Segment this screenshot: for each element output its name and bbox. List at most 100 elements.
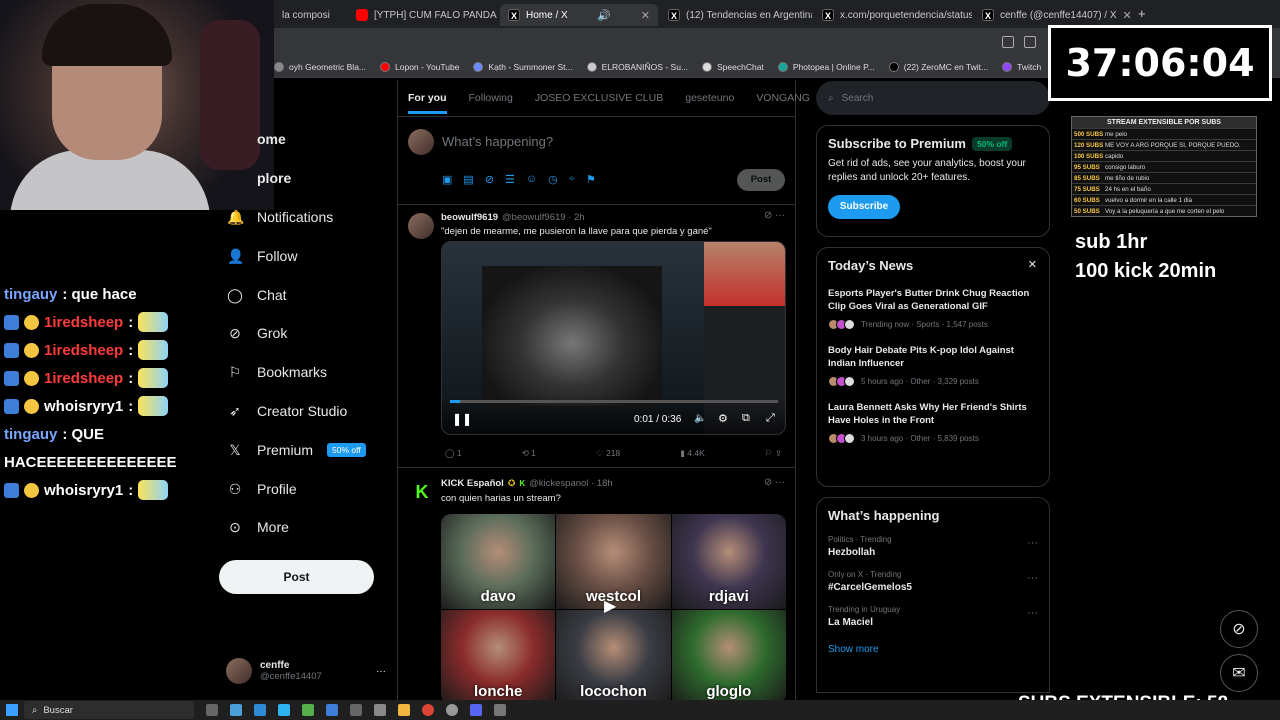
tweet-author-handle[interactable]: @beowulf9619 · 2h xyxy=(502,212,585,223)
location-icon[interactable]: ⌖ xyxy=(569,173,575,186)
more-icon[interactable]: ··· xyxy=(1027,607,1038,619)
tweet-author-name[interactable]: KICK Español xyxy=(441,478,504,489)
kick-logo-icon[interactable]: K xyxy=(410,480,434,504)
more-icon[interactable]: ··· xyxy=(1027,572,1038,584)
like-icon[interactable]: ♡ 218 xyxy=(596,448,620,459)
trend-item[interactable]: Only on X · Trending #CarcelGemelos5 ··· xyxy=(828,570,1038,593)
flag-icon[interactable]: ⚑ xyxy=(586,173,596,186)
avatar[interactable] xyxy=(408,213,434,239)
volume-icon[interactable]: 🔈 xyxy=(694,413,706,424)
grok-floating-icon[interactable]: ⊘ xyxy=(1220,610,1258,648)
tweet-author-name[interactable]: beowulf9619 xyxy=(441,212,498,223)
timeline-tab[interactable]: VONGANG xyxy=(756,92,810,104)
stream-grid-cell[interactable]: locochon xyxy=(556,609,671,704)
app-icon[interactable] xyxy=(350,704,362,716)
settings-icon[interactable]: ⚙ xyxy=(718,412,728,425)
browser-tab-active[interactable]: X Home / X 🔊 ✕ xyxy=(500,4,658,26)
app-icon[interactable] xyxy=(494,704,506,716)
tweet-more-icon[interactable]: ⊘ ··· xyxy=(764,210,785,221)
nav-item-creator-studio[interactable]: ➶ Creator Studio xyxy=(219,392,389,431)
close-icon[interactable]: ✕ xyxy=(1028,258,1037,271)
taskbar-search[interactable]: ⌕ Buscar xyxy=(24,701,194,719)
task-view-icon[interactable] xyxy=(206,704,218,716)
mute-tab-icon[interactable]: 🔊 xyxy=(597,9,611,22)
fullscreen-icon[interactable]: ⤢ xyxy=(766,412,775,425)
bookmark-item[interactable]: Lopon - YouTube xyxy=(380,61,459,72)
nav-item-bookmarks[interactable]: ⚐ Bookmarks xyxy=(219,353,389,392)
tweet[interactable]: beowulf9619 @beowulf9619 · 2h ⊘ ··· "dej… xyxy=(398,205,795,468)
app-icon[interactable] xyxy=(326,704,338,716)
media-icon[interactable]: ▣ xyxy=(442,173,452,186)
file-explorer-icon[interactable] xyxy=(398,704,410,716)
messages-floating-icon[interactable]: ✉ xyxy=(1220,654,1258,692)
views-icon[interactable]: ▮ 4.4K xyxy=(680,448,705,459)
emoji-icon[interactable]: ☺ xyxy=(526,173,537,186)
account-switcher[interactable]: cenffe @cenffe14407 ··· xyxy=(226,656,386,686)
browser-tab[interactable]: Xcenffe (@cenffe14407) / X ✕ xyxy=(974,4,1132,26)
stream-grid-cell[interactable]: westcol xyxy=(556,514,671,609)
app-icon[interactable] xyxy=(374,704,386,716)
close-tab-icon[interactable]: ✕ xyxy=(1123,9,1132,22)
new-tab-icon[interactable]: + xyxy=(1138,6,1146,21)
reply-icon[interactable]: ◯ 1 xyxy=(445,448,462,459)
compose-input[interactable]: What’s happening? xyxy=(442,134,553,149)
schedule-icon[interactable]: ◷ xyxy=(548,173,558,186)
app-icon[interactable] xyxy=(302,704,314,716)
bookmark-item[interactable]: Photopea | Online P... xyxy=(777,61,875,72)
bookmark-item[interactable]: SpeechChat xyxy=(702,61,764,72)
show-more-link[interactable]: Show more xyxy=(828,644,1038,655)
timeline-tab[interactable]: JOSEO EXCLUSIVE CLUB xyxy=(535,92,663,104)
pip-icon[interactable]: ⧉ xyxy=(742,412,750,425)
windows-start-icon[interactable] xyxy=(6,704,18,716)
bookmark-item[interactable]: (22) ZeroMC en Twit... xyxy=(888,61,988,72)
browser-tab[interactable]: Xx.com/porquetendencia/status✕ xyxy=(814,4,972,26)
tweet-author-handle[interactable]: @kickespanol · 18h xyxy=(529,478,613,489)
repost-icon[interactable]: ⟲ 1 xyxy=(522,448,536,459)
trend-item[interactable]: Politics · Trending Hezbollah ··· xyxy=(828,535,1038,558)
search-input[interactable]: ⌕ Search xyxy=(816,81,1050,115)
bookmark-item[interactable]: ELROBANIÑOS - Su... xyxy=(586,61,688,72)
post-button[interactable]: Post xyxy=(219,560,374,594)
subscribe-button[interactable]: Subscribe xyxy=(828,195,900,219)
compose-post-button[interactable]: Post xyxy=(737,169,785,191)
nav-item-notifications[interactable]: 🔔 Notifications xyxy=(219,198,389,237)
stream-grid-cell[interactable]: rdjavi xyxy=(671,514,786,609)
browser-tab[interactable]: [YTPH] CUM FALO PANDA - YouTube✕ xyxy=(348,4,498,26)
stream-grid-cell[interactable]: lonche xyxy=(441,609,556,704)
nav-item-follow[interactable]: 👤 Follow xyxy=(219,236,389,275)
edge-icon[interactable] xyxy=(254,704,266,716)
news-item[interactable]: Body Hair Debate Pits K-pop Idol Against… xyxy=(828,344,1038,387)
gif-icon[interactable]: ▤ xyxy=(463,173,473,186)
cast-icon[interactable] xyxy=(1024,36,1036,48)
timeline-tab[interactable]: Following xyxy=(469,92,513,104)
nav-item-grok[interactable]: ⊘ Grok xyxy=(219,314,389,353)
nav-item-more[interactable]: ⊙ More xyxy=(219,508,389,547)
app-icon[interactable] xyxy=(278,704,290,716)
video-progress-bar[interactable] xyxy=(450,400,778,403)
stream-grid-cell[interactable]: davo xyxy=(441,514,556,609)
chrome-icon[interactable] xyxy=(422,704,434,716)
poll-icon[interactable]: ☰ xyxy=(505,173,515,186)
tweet-video[interactable]: ❚❚ 0:01 / 0:36 🔈 ⚙ ⧉ ⤢ xyxy=(441,241,786,435)
more-icon[interactable]: ··· xyxy=(376,666,386,677)
app-icon[interactable] xyxy=(446,704,458,716)
close-tab-icon[interactable]: ✕ xyxy=(641,9,650,22)
timeline-tab[interactable]: geseteuno xyxy=(685,92,734,104)
browser-tab[interactable]: X (12) Tendencias en Argentina o xyxy=(660,4,812,26)
news-item[interactable]: Esports Player's Butter Drink Chug React… xyxy=(828,287,1038,330)
trend-item[interactable]: Trending in Uruguay La Maciel ··· xyxy=(828,605,1038,628)
stream-grid-cell[interactable]: gloglo xyxy=(671,609,786,704)
tweet[interactable]: K KICK Español ✪ K @kickespanol · 18h ⊘ … xyxy=(398,468,795,718)
play-icon[interactable]: ▶ xyxy=(604,596,616,616)
discord-icon[interactable] xyxy=(470,704,482,716)
nav-item-plore[interactable]: plore xyxy=(219,159,389,198)
bookmark-share-icons[interactable]: ⚐ ⇪ xyxy=(765,448,782,459)
bookmark-item[interactable]: Kạth - Summoner St... xyxy=(473,61,573,72)
tweet-more-icon[interactable]: ⊘ ··· xyxy=(764,477,785,488)
browser-tab[interactable]: la composi xyxy=(274,4,346,26)
timeline-tab[interactable]: For you xyxy=(408,92,447,114)
nav-item-profile[interactable]: ⚇ Profile xyxy=(219,469,389,508)
nav-item-chat[interactable]: ◯ Chat xyxy=(219,275,389,314)
news-item[interactable]: Laura Bennett Asks Why Her Friend's Shir… xyxy=(828,401,1038,444)
pause-icon[interactable]: ❚❚ xyxy=(452,412,472,426)
